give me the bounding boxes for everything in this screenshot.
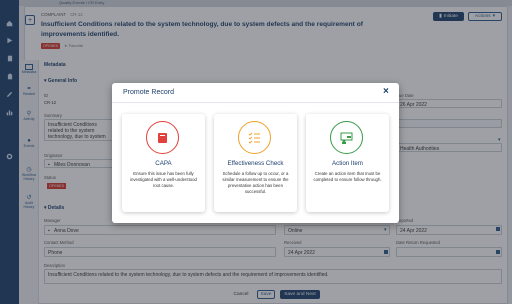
book-icon [158,132,167,143]
action-item-description: Create an action item that must be compl… [313,171,382,182]
capa-title: CAPA [155,160,172,167]
close-icon[interactable]: × [383,86,389,97]
effectiveness-check-description: Schedule a follow up to occur, or a simi… [222,171,289,194]
effectiveness-icon-circle [238,121,271,154]
presentation-icon [340,132,353,144]
effectiveness-check-title: Effectiveness Check [227,160,284,167]
capa-option[interactable]: CAPA Ensure this issue has been fully in… [122,114,205,212]
modal-divider [112,102,399,103]
action-item-option[interactable]: Action Item Create an action item that m… [306,114,389,212]
capa-description: Ensure this issue has been fully investi… [130,171,197,188]
action-item-icon-circle [330,121,363,154]
effectiveness-check-option[interactable]: Effectiveness Check Schedule a follow up… [214,114,297,212]
capa-icon-circle [146,121,179,154]
modal-title: Promote Record [123,89,174,96]
action-item-title: Action Item [332,160,363,167]
checklist-icon [248,132,260,144]
promote-record-modal: Promote Record × CAPA Ensure this issue … [112,83,399,223]
